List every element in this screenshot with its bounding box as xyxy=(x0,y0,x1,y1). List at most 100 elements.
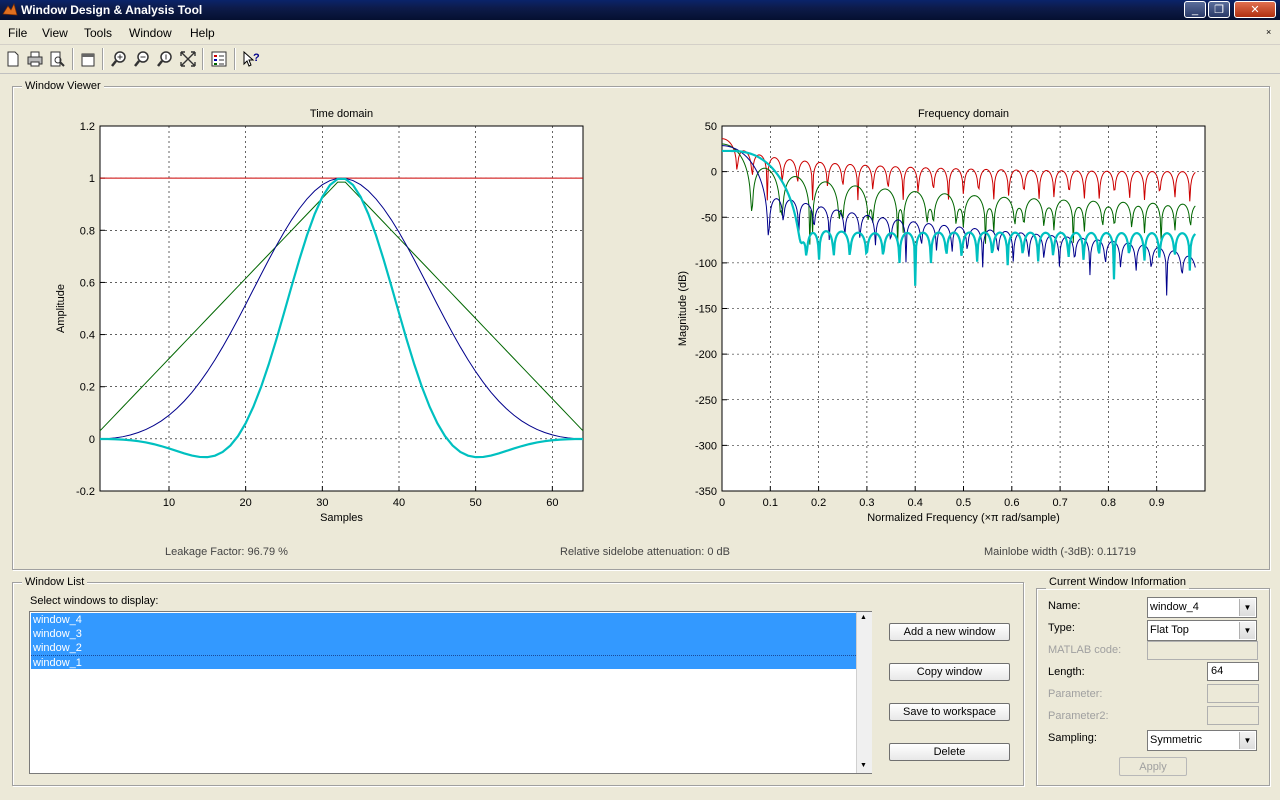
menu-view[interactable]: View xyxy=(42,25,68,41)
chart-title: Frequency domain xyxy=(918,108,1009,120)
legend-icon[interactable] xyxy=(209,49,229,69)
name-value: window_4 xyxy=(1150,601,1199,613)
zoom-x-icon[interactable] xyxy=(132,49,152,69)
y-tick-label: -100 xyxy=(695,258,717,270)
scroll-up-icon[interactable]: ▲ xyxy=(860,614,867,621)
zoom-y-icon[interactable] xyxy=(155,49,175,69)
select-windows-label: Select windows to display: xyxy=(30,595,159,607)
y-tick-label: -250 xyxy=(695,395,717,407)
frequency-domain-chart[interactable]: 0 0.1 0.2 0.3 0.4 0.5 0.6 0.7 0.8 0.9 -350 -300 -250… xyxy=(670,100,1230,530)
y-tick-label: -300 xyxy=(695,440,717,452)
title-bar: Window Design & Analysis Tool _ ❐ ✕ xyxy=(0,0,1280,20)
chevron-down-icon[interactable]: ▼ xyxy=(1239,732,1255,749)
parameter2-field xyxy=(1207,706,1259,725)
x-tick-label: 0.7 xyxy=(1052,497,1067,509)
current-window-info-title: Current Window Information xyxy=(1046,576,1189,589)
chevron-down-icon[interactable]: ▼ xyxy=(1239,599,1255,616)
y-axis-label: Amplitude xyxy=(55,284,67,333)
sampling-label: Sampling: xyxy=(1048,732,1097,744)
full-view-icon[interactable] xyxy=(178,49,198,69)
new-figure-icon[interactable] xyxy=(78,49,98,69)
maximize-icon[interactable]: ❐ xyxy=(1208,1,1230,18)
x-tick-label: 0.5 xyxy=(956,497,971,509)
name-label: Name: xyxy=(1048,600,1081,612)
menu-close-icon[interactable]: × xyxy=(1266,28,1274,37)
chart-title: Time domain xyxy=(310,108,373,120)
parameter-label: Parameter: xyxy=(1048,688,1103,700)
listbox-scrollbar[interactable]: ▲ ▼ xyxy=(856,612,872,773)
plot-area xyxy=(99,125,584,492)
x-tick-label: 0.4 xyxy=(908,497,923,509)
x-tick-label: 10 xyxy=(163,497,175,509)
minimize-icon[interactable]: _ xyxy=(1184,1,1206,18)
x-axis-label: Normalized Frequency (×π rad/sample) xyxy=(867,512,1060,524)
new-icon[interactable] xyxy=(3,49,23,69)
svg-text:?: ? xyxy=(253,52,260,64)
toolbar-separator xyxy=(202,48,204,70)
window-listbox[interactable]: window_4 window_3 window_2 window_1 xyxy=(29,611,872,774)
y-tick-label: -50 xyxy=(701,212,717,224)
y-tick-label: 0.6 xyxy=(80,277,95,289)
x-tick-label: 0.6 xyxy=(1004,497,1019,509)
menu-tools[interactable]: Tools xyxy=(84,25,112,41)
menu-file[interactable]: File xyxy=(8,25,27,41)
print-icon[interactable] xyxy=(25,49,45,69)
matlab-icon xyxy=(2,3,18,16)
name-combobox[interactable]: window_4 ▼ xyxy=(1147,597,1257,618)
add-window-button[interactable]: Add a new window xyxy=(889,623,1010,641)
y-tick-label: 0.4 xyxy=(80,330,95,342)
relative-sidelobe-attenuation: Relative sidelobe attenuation: 0 dB xyxy=(560,546,731,558)
list-item[interactable]: window_3 xyxy=(31,627,856,641)
x-axis-label: Samples xyxy=(320,512,363,524)
save-to-workspace-button[interactable]: Save to workspace xyxy=(889,703,1010,721)
zoom-in-icon[interactable] xyxy=(109,49,129,69)
x-tick-label: 20 xyxy=(240,497,252,509)
length-field[interactable]: 64 xyxy=(1207,662,1259,681)
delete-button[interactable]: Delete xyxy=(889,743,1010,761)
y-tick-label: -350 xyxy=(695,486,717,498)
time-domain-chart[interactable]: 10 20 30 40 50 60 -0.2 0 0.2 0.4 0.6 0.8 1 1.2 Time do… xyxy=(50,100,610,530)
apply-button[interactable]: Apply xyxy=(1119,757,1187,776)
window-viewer-title: Window Viewer xyxy=(22,80,104,93)
leakage-factor: Leakage Factor: 96.79 % xyxy=(165,546,288,558)
sampling-select[interactable]: Symmetric ▼ xyxy=(1147,730,1257,751)
matlab-code-field xyxy=(1147,641,1258,660)
sampling-value: Symmetric xyxy=(1150,734,1202,746)
list-item[interactable]: window_2 xyxy=(31,641,856,655)
x-tick-label: 0 xyxy=(719,497,725,509)
x-tick-label: 0.9 xyxy=(1149,497,1164,509)
y-tick-label: 0.8 xyxy=(80,225,95,237)
y-tick-label: 0 xyxy=(89,434,95,446)
x-tick-label: 0.1 xyxy=(763,497,778,509)
y-tick-label: 50 xyxy=(705,121,717,133)
type-select[interactable]: Flat Top ▼ xyxy=(1147,620,1257,641)
x-tick-label: 50 xyxy=(470,497,482,509)
type-value: Flat Top xyxy=(1150,624,1189,636)
x-tick-label: 0.2 xyxy=(811,497,826,509)
toolbar-separator xyxy=(72,48,74,70)
y-tick-label: -200 xyxy=(695,349,717,361)
list-item[interactable]: window_1 xyxy=(31,655,856,669)
close-icon[interactable]: ✕ xyxy=(1234,1,1276,18)
y-tick-label: -150 xyxy=(695,304,717,316)
window-list-title: Window List xyxy=(22,576,88,589)
menu-help[interactable]: Help xyxy=(190,25,215,41)
whats-this-icon[interactable]: ? xyxy=(241,49,261,69)
list-item[interactable]: window_4 xyxy=(31,613,856,627)
parameter-field xyxy=(1207,684,1259,703)
y-axis-label: Magnitude (dB) xyxy=(677,271,689,346)
x-tick-label: 0.8 xyxy=(1101,497,1116,509)
chevron-down-icon[interactable]: ▼ xyxy=(1239,622,1255,639)
copy-window-button[interactable]: Copy window xyxy=(889,663,1010,681)
x-tick-label: 40 xyxy=(393,497,405,509)
window-title: Window Design & Analysis Tool xyxy=(21,3,203,17)
y-tick-label: 0 xyxy=(711,167,717,179)
scroll-down-icon[interactable]: ▼ xyxy=(860,762,867,769)
length-label: Length: xyxy=(1048,666,1085,678)
y-tick-label: 1.2 xyxy=(80,121,95,133)
matlab-code-label: MATLAB code: xyxy=(1048,644,1122,656)
y-tick-label: 1 xyxy=(89,173,95,185)
print-preview-icon[interactable] xyxy=(47,49,67,69)
menu-window[interactable]: Window xyxy=(129,25,172,41)
y-tick-label: -0.2 xyxy=(76,486,95,498)
